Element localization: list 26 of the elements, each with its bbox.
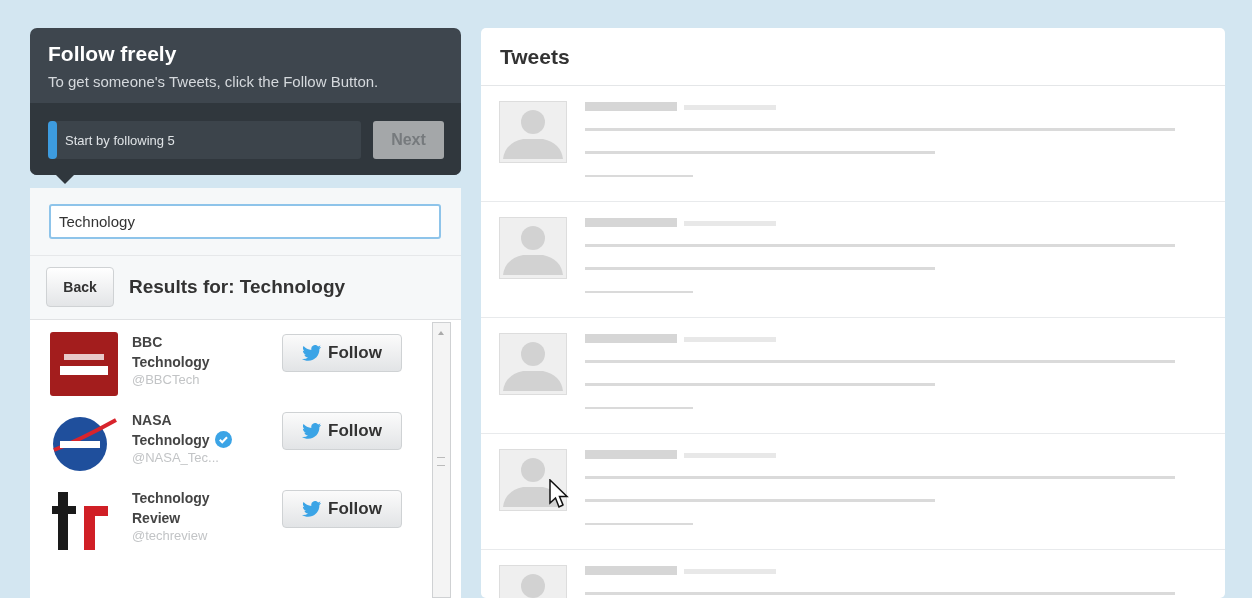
avatar-placeholder-icon	[499, 101, 567, 163]
onboarding-title: Follow freely	[48, 42, 178, 66]
account-handle: @NASA_Tec...	[132, 450, 220, 466]
bird-icon	[302, 345, 323, 361]
back-button[interactable]: Back	[46, 267, 114, 307]
bird-icon	[302, 423, 323, 439]
onboarding-description: To get someone's Tweets, click the Follow Button.	[48, 72, 380, 91]
results-heading: Results for: Technology	[129, 276, 346, 298]
follow-button[interactable]: Follow	[282, 412, 402, 450]
tweets-title: Tweets	[481, 28, 1225, 86]
mouse-pointer-icon	[549, 479, 569, 509]
follow-button[interactable]: Follow	[282, 334, 402, 372]
avatar-placeholder-icon	[499, 449, 567, 511]
account-name[interactable]: BBC Technology	[132, 332, 232, 372]
avatar-placeholder-icon	[499, 217, 567, 279]
bird-icon	[302, 501, 323, 517]
avatar-placeholder-icon	[499, 333, 567, 395]
account-handle: @techreview	[132, 528, 209, 544]
account-handle: @BBCTech	[132, 372, 201, 388]
follow-button[interactable]: Follow	[282, 490, 402, 528]
account-name[interactable]: Technology Review	[132, 488, 232, 528]
progress-label: Start by following 5	[65, 132, 175, 148]
scrollbar[interactable]	[432, 322, 451, 598]
account-name[interactable]: NASA Technology	[132, 410, 232, 450]
search-field[interactable]: Technology	[49, 204, 441, 239]
news-logo-avatar	[50, 332, 118, 396]
